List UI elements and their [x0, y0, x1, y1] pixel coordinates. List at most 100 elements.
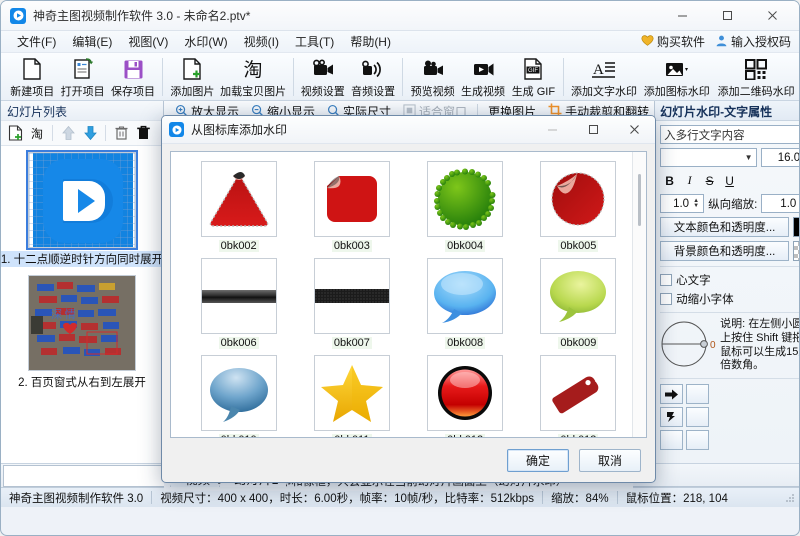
dialog-minimize-button[interactable] [532, 116, 573, 143]
pad-empty-2[interactable] [686, 407, 710, 427]
image-watermark-icon [664, 57, 690, 81]
toolbar-add-icon-watermark[interactable]: 添加图标水印 [640, 55, 713, 99]
toolbar-render-video[interactable]: 生成视频 [458, 55, 508, 99]
maximize-button[interactable] [705, 1, 750, 30]
menu-tools[interactable]: 工具(T) [287, 31, 342, 52]
properties-divider-1 [660, 266, 799, 267]
toolbar-audio-settings[interactable]: 音频设置 [348, 55, 398, 99]
dialog-maximize-button[interactable] [573, 116, 614, 143]
rotation-dial[interactable]: 0 [660, 318, 716, 370]
toolbar-load-taobao-image[interactable]: 淘 加载宝贝图片 [218, 55, 289, 99]
toolbar-add-qrcode-watermark[interactable]: 添加二维码水印 [713, 55, 799, 99]
icon-item-0bk005[interactable]: 0bk005 [523, 161, 634, 252]
menu-view[interactable]: 视图(V) [120, 31, 176, 52]
enter-license-button[interactable]: 输入授权码 [715, 33, 791, 50]
icon-list-scrollbar[interactable] [632, 152, 646, 437]
align-right-pad[interactable] [660, 384, 684, 404]
icon-item-0bk008[interactable]: 0bk008 [410, 258, 521, 349]
slide-list-title: 幻灯片列表 [1, 101, 163, 121]
slide-item-2[interactable]: 深 情 2. 百页窗式从右到左展开 [6, 275, 158, 390]
auto-shrink-checkbox[interactable]: 动缩小字体 [660, 291, 799, 307]
dialog-ok-button[interactable]: 确定 [507, 448, 569, 472]
menu-watermark[interactable]: 水印(W) [176, 31, 235, 52]
qrcode-icon [745, 57, 768, 81]
pad-empty-3[interactable] [660, 430, 684, 450]
icon-item-0bk009[interactable]: 0bk009 [523, 258, 634, 349]
font-family-select[interactable]: ▼ [660, 148, 758, 167]
icon-item-0bk010[interactable]: 0bk010 [183, 355, 294, 437]
icon-preview-0bk011 [313, 355, 390, 431]
icon-list-scroll-thumb[interactable] [638, 174, 641, 226]
window-controls [660, 1, 795, 30]
icon-library-dialog: 从图标库添加水印 0bk002 0bk003 0bk004 0bk005 0bk… [161, 115, 656, 483]
strikethrough-button[interactable]: S [700, 171, 719, 190]
icon-library-list[interactable]: 0bk002 0bk003 0bk004 0bk005 0bk006 0bk00… [170, 151, 647, 438]
background-color-swatch[interactable] [793, 241, 799, 261]
move-up-icon[interactable] [58, 123, 78, 143]
slide-list[interactable]: 1. 十二点顺逆时针方向同时展开 深 情 2. 百页窗式从右到左展开 [1, 146, 163, 463]
toolbar-add-image[interactable]: 添加图片 [167, 55, 217, 99]
dialog-close-button[interactable] [614, 116, 655, 143]
pad-empty-1[interactable] [686, 384, 710, 404]
menu-edit[interactable]: 编辑(E) [64, 31, 120, 52]
background-color-button[interactable]: 背景颜色和透明度... [660, 241, 790, 261]
menu-help[interactable]: 帮助(H) [342, 31, 399, 52]
status-app-name: 神奇主图视频制作软件 3.0 [9, 492, 144, 505]
toolbar-open-project[interactable]: 打开项目 [57, 55, 107, 99]
icon-item-0bk012[interactable]: 0bk012 [410, 355, 521, 437]
text-color-button[interactable]: 文本颜色和透明度... [660, 217, 790, 237]
icon-item-0bk011[interactable]: 0bk011 [296, 355, 407, 437]
enter-license-label: 输入授权码 [730, 35, 791, 49]
delete-slide-icon[interactable] [111, 123, 131, 143]
icon-item-0bk007[interactable]: 0bk007 [296, 258, 407, 349]
auto-shrink-checkbox-box[interactable] [660, 293, 673, 305]
vertical-scale-stepper[interactable]: 1.0 ▲▼ [761, 194, 799, 213]
text-color-swatch[interactable] [793, 217, 799, 237]
horizontal-scale-stepper[interactable]: 1.0 ▲ ▼ [660, 194, 705, 213]
minimize-button[interactable] [660, 1, 705, 30]
icon-item-0bk003[interactable]: 0bk003 [296, 161, 407, 252]
watermark-text-input[interactable]: 入多行文字内容 ... [660, 125, 799, 144]
toolbar-new-project[interactable]: 新建项目 [7, 55, 57, 99]
timeline-box[interactable] [3, 465, 166, 487]
add-slide-icon[interactable] [5, 123, 25, 143]
toolbar-save-project[interactable]: 保存项目 [108, 55, 158, 99]
toolbar-preview-video[interactable]: 预览视频 [407, 55, 457, 99]
toolbar-video-settings[interactable]: 视频设置 [298, 55, 348, 99]
align-corner-pad[interactable] [660, 407, 684, 427]
icon-item-0bk006[interactable]: 0bk006 [183, 258, 294, 349]
icon-preview-0bk005 [540, 161, 617, 237]
watermark-properties-panel: 幻灯片水印-文字属性 入多行文字内容 ... ▼ 16.0 ▲▼ [654, 101, 799, 463]
menu-file[interactable]: 文件(F) [9, 31, 64, 52]
icon-preview-0bk012 [427, 355, 504, 431]
taobao-load-icon[interactable]: 淘 [27, 123, 47, 143]
horizontal-scale-spin-arrows[interactable]: ▲ ▼ [691, 198, 701, 209]
close-button[interactable] [750, 1, 795, 30]
pad-empty-4[interactable] [686, 430, 710, 450]
toolbar-render-gif[interactable]: GIF 生成 GIF [508, 55, 558, 99]
clear-all-icon[interactable] [133, 123, 153, 143]
font-size-stepper[interactable]: 16.0 ▲▼ [761, 148, 799, 167]
window-title: 神奇主图视频制作软件 3.0 - 未命名2.ptv* [33, 9, 251, 23]
icon-preview-0bk004 [427, 161, 504, 237]
toolbar-add-text-watermark[interactable]: A 添加文字水印 [568, 55, 641, 99]
rotation-angle-value: 0 [710, 340, 716, 351]
slide-item-1[interactable]: 1. 十二点顺逆时针方向同时展开 [1, 150, 163, 267]
move-down-icon[interactable] [80, 123, 100, 143]
dialog-window-controls [532, 116, 655, 143]
menu-video[interactable]: 视频(I) [236, 31, 287, 52]
center-text-checkbox[interactable]: 心文字 [660, 272, 799, 288]
resize-grip-icon[interactable] [783, 491, 797, 505]
toolbar-separator-4 [562, 58, 564, 96]
icon-item-0bk004[interactable]: 0bk004 [410, 161, 521, 252]
icon-item-0bk002[interactable]: 0bk002 [183, 161, 294, 252]
dialog-footer: 确定 取消 [162, 438, 655, 482]
buy-software-button[interactable]: 购买软件 [641, 33, 705, 50]
italic-button[interactable]: I [680, 171, 699, 190]
properties-divider-2 [660, 312, 799, 313]
underline-button[interactable]: U [720, 171, 739, 190]
icon-item-0bk013[interactable]: 0bk013 [523, 355, 634, 437]
dialog-cancel-button[interactable]: 取消 [579, 448, 641, 472]
center-text-checkbox-box[interactable] [660, 274, 673, 286]
bold-button[interactable]: B [660, 171, 679, 190]
